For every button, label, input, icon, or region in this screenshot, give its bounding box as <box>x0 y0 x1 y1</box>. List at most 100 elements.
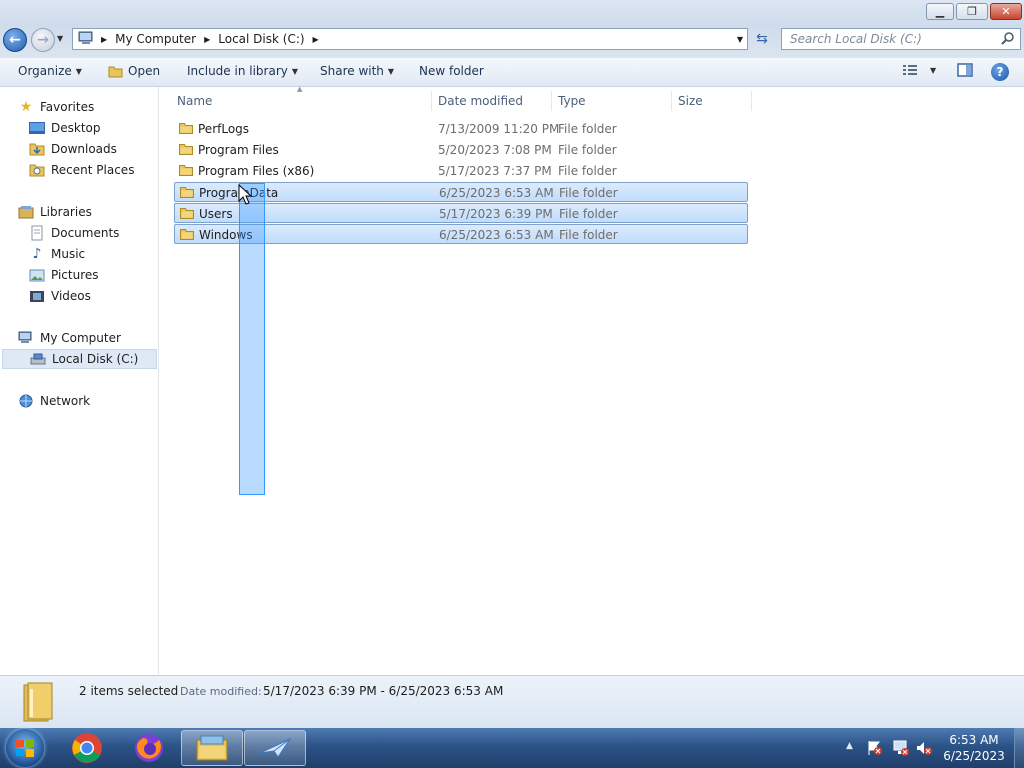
organize-button[interactable]: Organize ▼ <box>18 64 82 78</box>
maximize-button[interactable]: ❐ <box>956 3 988 20</box>
folder-icon <box>180 208 194 219</box>
nav-pictures[interactable]: Pictures <box>29 265 187 285</box>
recent-pages-dropdown[interactable]: ▼ <box>57 34 63 43</box>
breadcrumb-arrow-icon[interactable]: ▶ <box>204 35 210 44</box>
file-row[interactable]: Program Files (x86) 5/17/2023 7:37 PM File… <box>174 161 748 181</box>
address-bar[interactable]: ▶ My Computer ▶ Local Disk (C:) ▶ ▼ <box>72 28 748 50</box>
computer-icon <box>77 30 95 49</box>
breadcrumb-my-computer[interactable]: My Computer <box>115 32 196 46</box>
start-button[interactable] <box>6 729 44 767</box>
nav-documents[interactable]: Documents <box>29 223 187 243</box>
clock-date: 6/25/2023 <box>943 749 1005 763</box>
details-pane: 2 items selected Date modified: 5/17/202… <box>0 675 1024 728</box>
file-type: File folder <box>558 164 617 178</box>
file-type: File folder <box>558 143 617 157</box>
chevron-down-icon: ▼ <box>930 65 937 75</box>
nav-my-computer[interactable]: My Computer <box>18 328 176 348</box>
system-clock[interactable]: 6:53 AM 6/25/2023 <box>938 732 1010 764</box>
file-date-modified: 7/13/2009 11:20 PM <box>438 122 560 136</box>
mouse-pointer-icon <box>238 184 252 205</box>
nav-desktop[interactable]: Desktop <box>29 118 187 138</box>
forward-button[interactable]: → <box>31 28 55 52</box>
folder-icon <box>180 187 194 198</box>
share-with-button[interactable]: Share with ▼ <box>320 64 394 78</box>
folder-icon <box>196 735 228 761</box>
nav-music[interactable]: ♪ Music <box>29 244 187 264</box>
remote-app-taskbar-button[interactable] <box>244 730 306 766</box>
firefox-taskbar-button[interactable] <box>118 730 180 766</box>
nav-videos[interactable]: Videos <box>29 286 187 306</box>
refresh-icon[interactable]: ⇆ <box>750 28 774 50</box>
search-icon[interactable] <box>1001 31 1015 48</box>
help-icon[interactable]: ? <box>991 63 1009 81</box>
chrome-taskbar-button[interactable] <box>56 730 118 766</box>
nav-recent-places[interactable]: Recent Places <box>29 160 187 180</box>
folders-stack-icon <box>23 682 53 722</box>
column-header-type[interactable]: Type <box>552 91 672 111</box>
command-bar: Organize ▼ Open Include in library ▼ Share… <box>0 58 1024 87</box>
open-button[interactable]: Open <box>108 64 160 78</box>
selection-count: 2 items selected <box>79 684 179 698</box>
downloads-icon <box>29 142 45 156</box>
new-folder-button[interactable]: New folder <box>419 64 484 78</box>
title-bar: ▁ ❐ ✕ <box>0 0 1024 26</box>
file-date-modified: 5/20/2023 7:08 PM <box>438 143 552 157</box>
file-row[interactable]: PerfLogs 7/13/2009 11:20 PM File folder <box>174 119 748 139</box>
address-dropdown-icon[interactable]: ▼ <box>737 35 743 44</box>
view-icon <box>903 65 917 75</box>
include-in-library-button[interactable]: Include in library ▼ <box>187 64 298 78</box>
minimize-button[interactable]: ▁ <box>926 3 954 20</box>
file-type: File folder <box>559 228 618 242</box>
folder-icon <box>180 229 194 240</box>
file-name[interactable]: Program Files <box>198 143 279 157</box>
column-header-date-modified[interactable]: Date modified <box>432 91 552 111</box>
back-button[interactable]: ← <box>3 28 27 52</box>
pictures-icon <box>29 268 45 282</box>
computer-icon <box>18 331 34 345</box>
libraries-icon <box>18 205 34 219</box>
search-input[interactable]: Search Local Disk (C:) <box>781 28 1021 50</box>
breadcrumb-arrow-icon[interactable]: ▶ <box>101 35 107 44</box>
file-date-modified: 6/25/2023 6:53 AM <box>439 186 554 200</box>
file-row[interactable]: Program Files 5/20/2023 7:08 PM File folde… <box>174 140 748 160</box>
breadcrumb-arrow-icon[interactable]: ▶ <box>313 35 319 44</box>
network-tray-icon[interactable] <box>891 740 909 759</box>
paper-plane-icon <box>259 737 292 758</box>
folder-icon <box>179 165 193 176</box>
file-type: File folder <box>559 186 618 200</box>
file-date-modified: 6/25/2023 6:53 AM <box>439 228 554 242</box>
folder-icon <box>179 123 193 134</box>
nav-downloads[interactable]: Downloads <box>29 139 187 159</box>
file-type: File folder <box>558 122 617 136</box>
date-modified-value: 5/17/2023 6:39 PM - 6/25/2023 6:53 AM <box>263 684 504 698</box>
nav-libraries[interactable]: Libraries <box>18 202 176 222</box>
videos-icon <box>29 289 45 303</box>
windows-logo-icon <box>16 739 34 757</box>
explorer-taskbar-button[interactable] <box>181 730 243 766</box>
show-hidden-icons-button[interactable]: ▲ <box>846 741 853 751</box>
date-modified-label: Date modified: <box>180 685 262 698</box>
volume-muted-icon[interactable] <box>915 740 933 759</box>
navigation-pane: ★ Favorites Desktop Downloads Recent Plac… <box>0 87 159 675</box>
column-header-size[interactable]: Size <box>672 91 752 111</box>
file-name[interactable]: PerfLogs <box>198 122 249 136</box>
sort-arrow-icon: ▲ <box>297 85 303 93</box>
nav-favorites[interactable]: ★ Favorites <box>18 97 176 117</box>
breadcrumb-local-disk[interactable]: Local Disk (C:) <box>218 32 304 46</box>
file-name[interactable]: Users <box>199 207 233 221</box>
column-header-name[interactable]: Name ▲ <box>171 85 432 111</box>
file-name[interactable]: Program Files (x86) <box>198 164 314 178</box>
nav-local-disk-c[interactable]: Local Disk (C:) <box>2 349 157 369</box>
close-button[interactable]: ✕ <box>990 3 1022 20</box>
file-date-modified: 5/17/2023 7:37 PM <box>438 164 552 178</box>
star-icon: ★ <box>19 99 33 115</box>
chevron-down-icon: ▼ <box>387 66 395 76</box>
chevron-down-icon: ▼ <box>75 66 82 76</box>
documents-icon <box>29 225 45 241</box>
preview-pane-button[interactable] <box>957 63 973 77</box>
view-options-button[interactable]: ▼ <box>902 64 936 76</box>
action-center-icon[interactable] <box>867 740 883 759</box>
nav-network[interactable]: Network <box>18 391 176 411</box>
selection-rectangle <box>239 183 265 495</box>
show-desktop-button[interactable] <box>1014 728 1024 768</box>
